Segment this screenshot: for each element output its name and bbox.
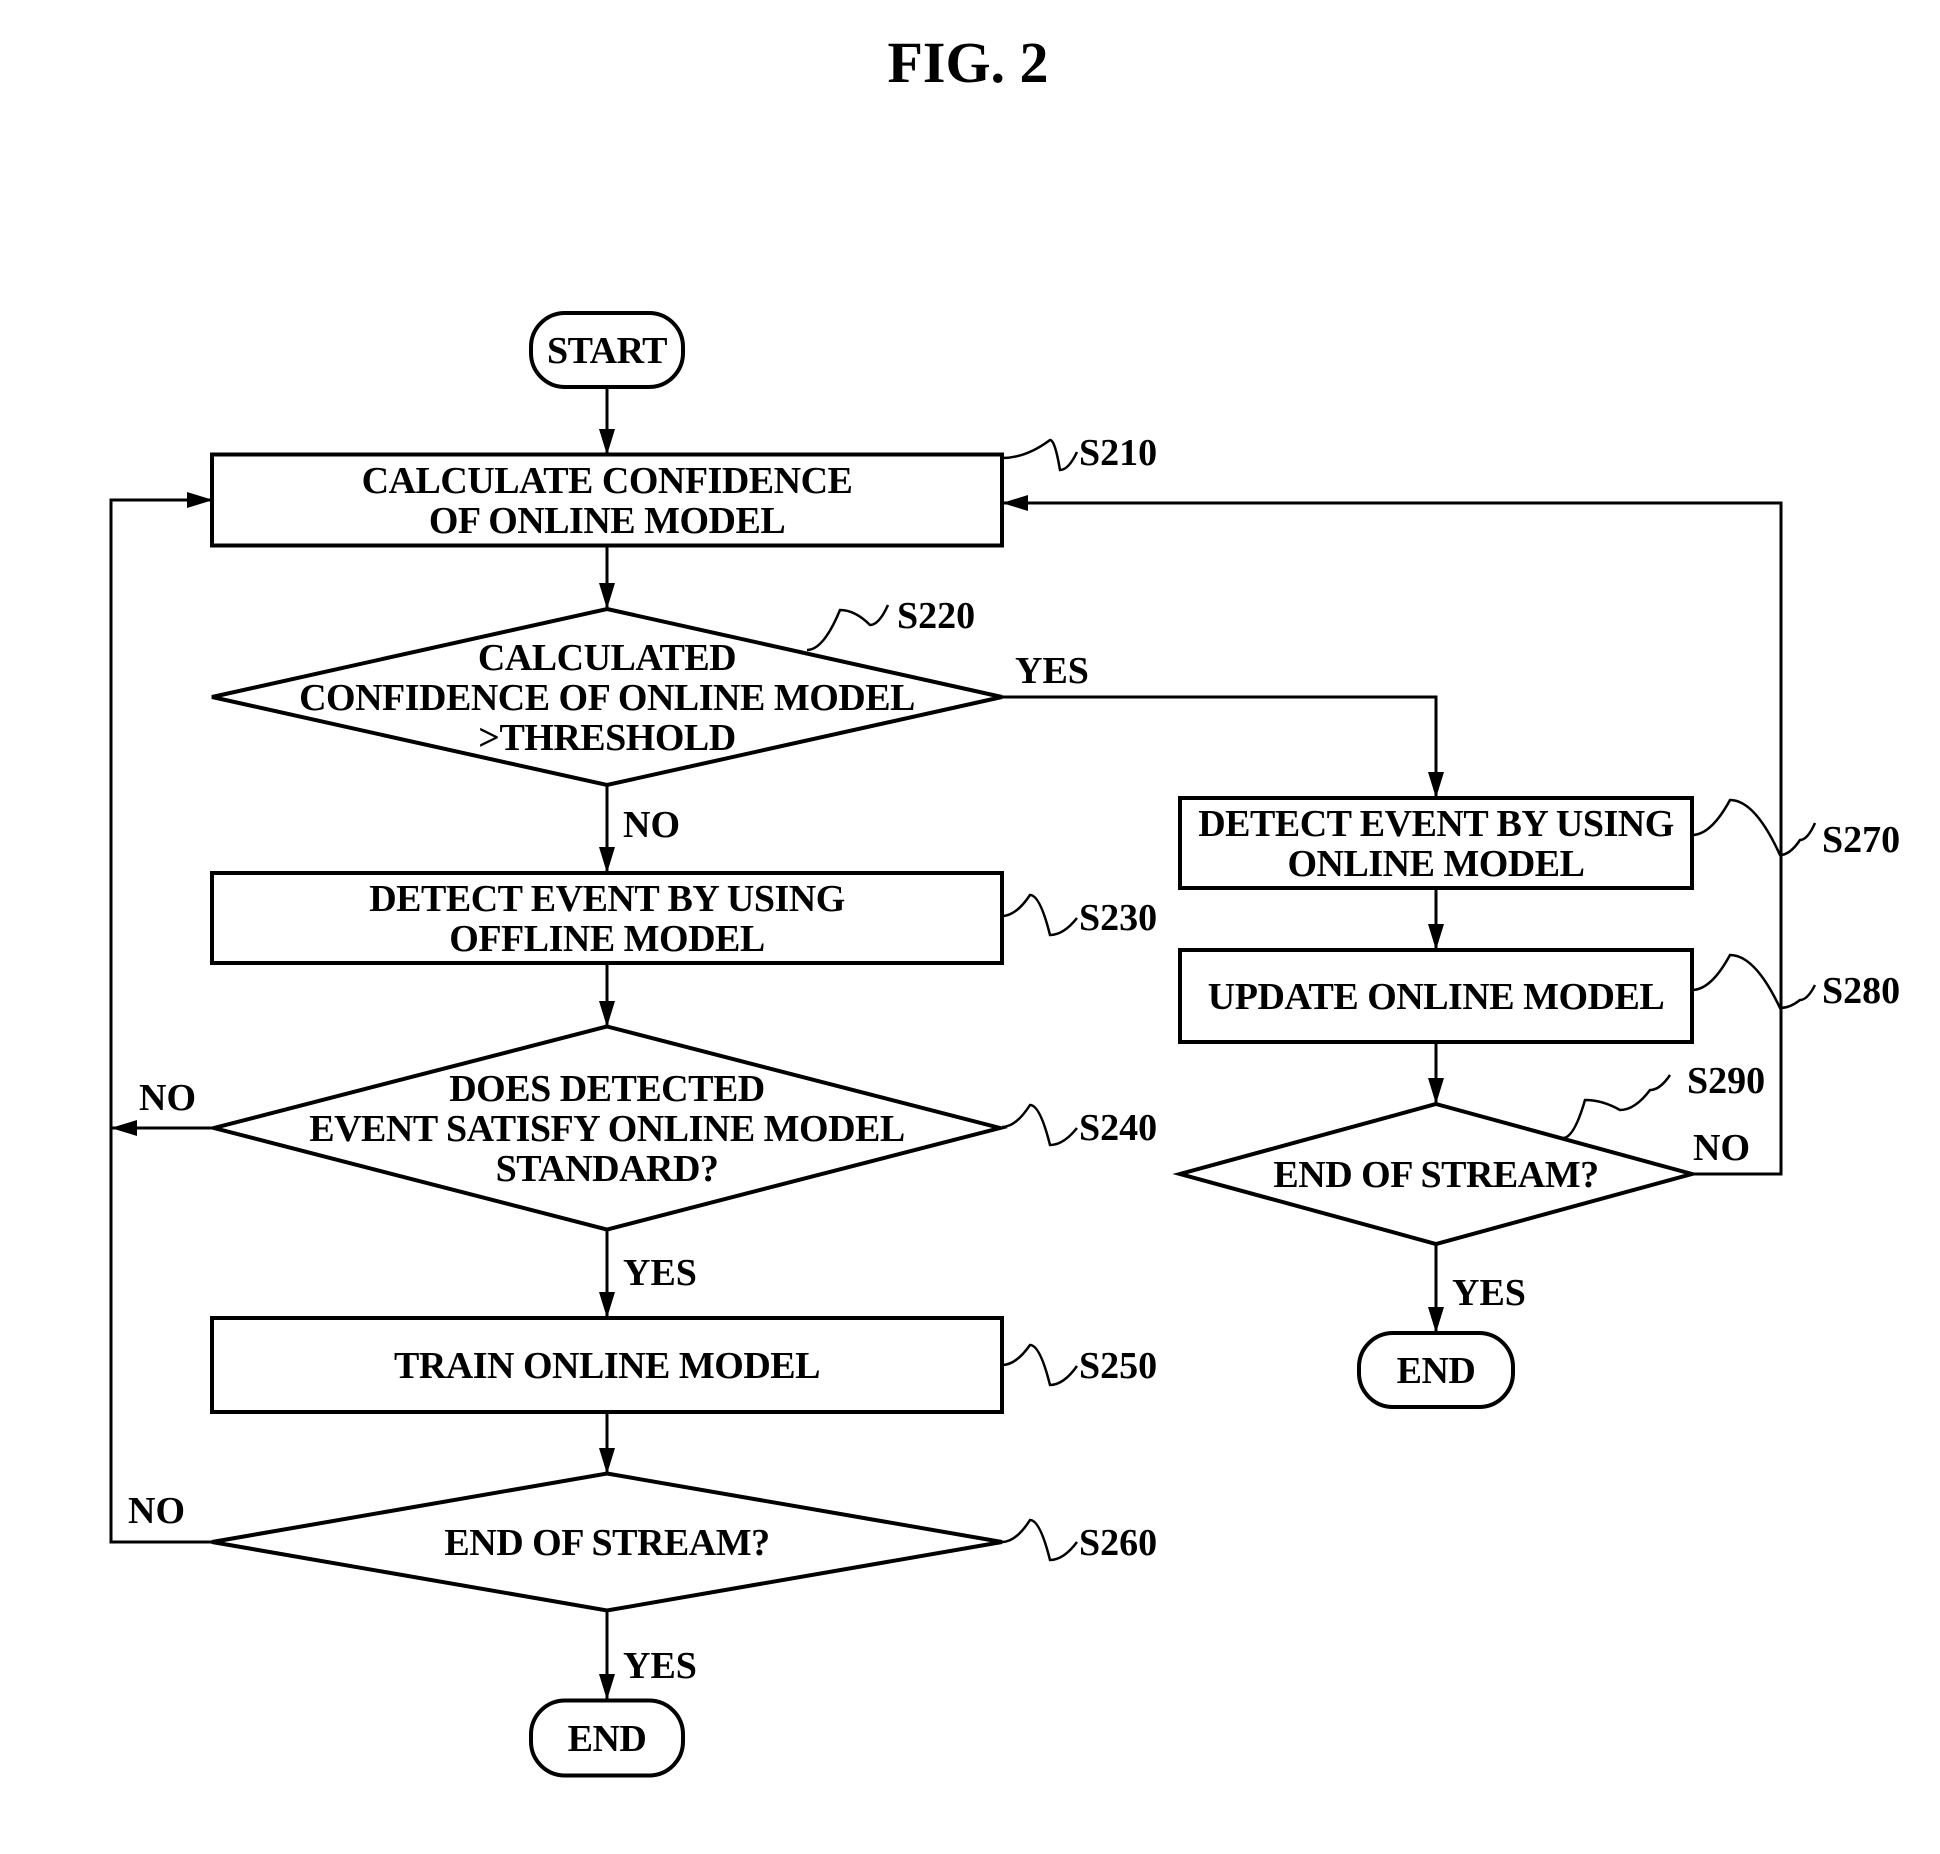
node-text-line: CONFIDENCE OF ONLINE MODEL (299, 677, 915, 719)
arrowhead-icon (599, 429, 615, 455)
step-label: S220 (897, 595, 975, 637)
edge-label-yes: YES (1452, 1272, 1526, 1314)
arrowhead-icon (599, 847, 615, 873)
leader-squiggle (1001, 893, 1078, 937)
node-S220: CALCULATEDCONFIDENCE OF ONLINE MODEL>THR… (211, 595, 1003, 788)
node-S280: UPDATE ONLINE MODEL S280 (1178, 948, 1900, 1044)
leader-squiggle (1001, 1518, 1078, 1562)
node-text-line: DETECT EVENT BY USING (1198, 803, 1674, 845)
node-S260: END OF STREAM? S260 (211, 1471, 1157, 1613)
edge-label-no: NO (139, 1077, 196, 1119)
leader-squiggle (1691, 798, 1817, 857)
arrowhead-icon (1002, 495, 1028, 511)
node-text-line: START (547, 330, 667, 372)
edge-S280-S290 (1428, 1042, 1444, 1104)
edge-label-yes: YES (623, 1645, 697, 1687)
connector-line (109, 498, 213, 1544)
edge-S220-S230: NO (599, 785, 680, 873)
edge-S210-S220 (599, 546, 615, 609)
node-S210: CALCULATE CONFIDENCEOF ONLINE MODEL S210 (210, 432, 1157, 548)
leader-squiggle (1001, 1103, 1078, 1147)
arrowhead-icon (599, 1292, 615, 1318)
figure-title: FIG. 2 (887, 30, 1048, 95)
node-text-line: OF ONLINE MODEL (429, 500, 785, 542)
node-text-line: >THRESHOLD (478, 717, 735, 759)
connector-line (1002, 695, 1438, 798)
leader-squiggle (1001, 438, 1079, 472)
edge-S260-S210: NO (109, 492, 213, 1544)
edge-label-yes: YES (623, 1252, 697, 1294)
leader-squiggle (1001, 1343, 1079, 1387)
node-text-line: EVENT SATISFY ONLINE MODEL (309, 1108, 904, 1150)
edge-start-S210 (599, 387, 615, 455)
arrowhead-icon (1428, 772, 1444, 798)
arrowhead-icon (1428, 924, 1444, 950)
step-label: S210 (1079, 432, 1157, 474)
step-label: S260 (1079, 1522, 1157, 1564)
node-text-line: CALCULATE CONFIDENCE (362, 460, 853, 502)
node-text-line: END (1397, 1350, 1476, 1392)
node-end1: END (529, 1698, 685, 1778)
step-label: S250 (1079, 1345, 1157, 1387)
edge-S290-end2: YES (1428, 1244, 1526, 1333)
node-S270: DETECT EVENT BY USINGONLINE MODEL S270 (1178, 796, 1900, 890)
edge-S230-S240 (599, 963, 615, 1027)
node-S240: DOES DETECTEDEVENT SATISFY ONLINE MODELS… (206, 1024, 1157, 1232)
node-text-line: END OF STREAM? (444, 1522, 769, 1564)
arrowhead-icon (1428, 1078, 1444, 1104)
arrowhead-icon (599, 1448, 615, 1474)
node-text-line: ONLINE MODEL (1288, 843, 1585, 885)
leader-squiggle (1691, 953, 1817, 1010)
edge-S240-S210: NO (111, 1077, 216, 1136)
node-S290: END OF STREAM? S290 (1172, 1060, 1765, 1247)
node-S250: TRAIN ONLINE MODEL S250 (210, 1316, 1157, 1414)
step-label: S280 (1822, 970, 1900, 1012)
step-label: S270 (1822, 819, 1900, 861)
flowchart: FIG. 2 NO YES NO YES NO YES NO YES START CALCULA… (109, 30, 1900, 1778)
node-text-line: DETECT EVENT BY USING (369, 878, 845, 920)
arrowhead-icon (1428, 1307, 1444, 1333)
arrowhead-icon (599, 1001, 615, 1027)
node-S230: DETECT EVENT BY USINGOFFLINE MODEL S230 (210, 871, 1157, 965)
leader-squiggle (806, 604, 890, 652)
edge-S270-S280 (1428, 888, 1444, 950)
edge-S250-S260 (599, 1412, 615, 1474)
node-text-line: DOES DETECTED (449, 1068, 765, 1110)
edge-S240-S250: YES (599, 1230, 697, 1318)
edge-label-no: NO (623, 804, 680, 846)
node-text-line: OFFLINE MODEL (449, 918, 764, 960)
node-text-line: TRAIN ONLINE MODEL (394, 1345, 820, 1387)
node-text-line: END (568, 1718, 647, 1760)
edge-label-no: NO (1693, 1127, 1750, 1169)
node-text-line: STANDARD? (496, 1148, 719, 1190)
node-text-line: END OF STREAM? (1273, 1154, 1598, 1196)
edge-S260-end1: YES (599, 1611, 697, 1700)
arrowhead-icon (599, 583, 615, 609)
leader-squiggle (1562, 1074, 1672, 1140)
node-start: START (529, 311, 685, 389)
arrowhead-icon (599, 1674, 615, 1700)
nodes-layer: START CALCULATE CONFIDENCEOF ONLINE MODEL… (206, 311, 1900, 1778)
step-label: S290 (1687, 1060, 1765, 1102)
edge-label-yes: YES (1015, 650, 1089, 692)
step-label: S240 (1079, 1107, 1157, 1149)
arrowhead-icon (111, 1120, 137, 1136)
step-label: S230 (1079, 897, 1157, 939)
edge-label-no: NO (128, 1490, 185, 1532)
node-text-line: CALCULATED (478, 637, 736, 679)
node-text-line: UPDATE ONLINE MODEL (1208, 976, 1664, 1018)
arrowhead-icon (187, 492, 213, 508)
node-end2: END (1357, 1331, 1515, 1409)
edge-S220-S270: YES (1002, 650, 1444, 798)
